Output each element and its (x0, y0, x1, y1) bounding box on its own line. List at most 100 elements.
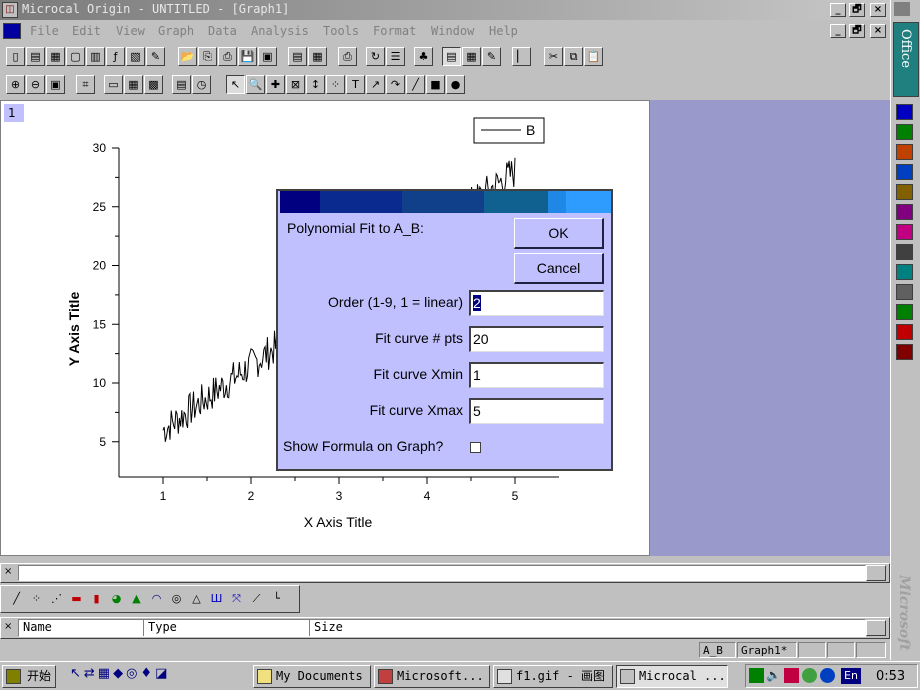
list-scroll-button[interactable] (866, 620, 886, 636)
column-type[interactable]: Type (145, 620, 310, 636)
menu-edit[interactable]: Edit (72, 24, 101, 38)
office-app-icon-6[interactable] (896, 204, 913, 220)
dialog-title-bar[interactable] (280, 191, 611, 213)
fit-points-input[interactable]: 20 (469, 326, 604, 352)
list-bar-close-icon[interactable]: × (4, 621, 12, 632)
tray-globe-icon[interactable] (802, 668, 817, 683)
vector-plot-icon[interactable]: ⤧ (227, 590, 246, 609)
tray-input-icon[interactable] (820, 668, 835, 683)
menu-graph[interactable]: Graph (158, 24, 194, 38)
save-project-icon[interactable]: 💾 (238, 47, 257, 66)
office-app-icon-7[interactable] (896, 224, 913, 240)
circle-tool-icon[interactable]: ● (446, 75, 465, 94)
column-size[interactable]: Size (311, 620, 711, 636)
new-function-icon[interactable]: ƒ (106, 47, 125, 66)
rectangle-tool-icon[interactable]: ■ (426, 75, 445, 94)
office-app-icon-4[interactable] (896, 164, 913, 180)
new-notes-icon[interactable]: ✎ (146, 47, 165, 66)
menu-window[interactable]: Window (431, 24, 474, 38)
cancel-button[interactable]: Cancel (514, 253, 604, 284)
task-microsoft[interactable]: Microsoft... (374, 665, 490, 688)
save-template-icon[interactable]: ▣ (258, 47, 277, 66)
minimize-button[interactable]: _ (830, 3, 846, 17)
box-chart-icon[interactable]: ⟋ (247, 590, 266, 609)
line-plot-icon[interactable]: ╱ (7, 590, 26, 609)
office-tab[interactable]: Office (893, 22, 919, 97)
polar-plot-icon[interactable]: ◎ (167, 590, 186, 609)
text-tool-icon[interactable]: T (346, 75, 365, 94)
new-worksheet-icon[interactable]: ▤ (26, 47, 45, 66)
volume-icon[interactable]: 🔈 (766, 668, 781, 682)
ok-button[interactable]: OK (514, 218, 604, 249)
script-window-icon[interactable]: ✎ (482, 47, 501, 66)
new-matrix-icon[interactable]: ▥ (86, 47, 105, 66)
screen-reader-icon[interactable]: ✚ (266, 75, 285, 94)
office-bar-menu-icon[interactable] (894, 2, 910, 16)
add-layer-icon[interactable]: ▭ (104, 75, 123, 94)
open-template-icon[interactable]: ⎘ (198, 47, 217, 66)
office-app-icon-3[interactable] (896, 144, 913, 160)
show-formula-checkbox[interactable] (470, 442, 481, 453)
print-icon[interactable]: ⎙ (338, 47, 357, 66)
doc-minimize-button[interactable]: _ (830, 24, 846, 38)
menu-tools[interactable]: Tools (323, 24, 359, 38)
fit-xmax-input[interactable]: 5 (469, 398, 604, 424)
doc-restore-button[interactable]: 🗗 (849, 24, 865, 38)
template-icon[interactable]: └ (267, 590, 286, 609)
fill-area-icon[interactable]: ◠ (147, 590, 166, 609)
pie-chart-icon[interactable]: ◕ (107, 590, 126, 609)
office-app-icon-8[interactable] (896, 244, 913, 260)
language-indicator[interactable]: En (841, 668, 861, 684)
whole-page-icon[interactable]: ▣ (46, 75, 65, 94)
pointer-tool-icon[interactable]: ↖ (226, 75, 245, 94)
area-plot-icon[interactable]: ▲ (127, 590, 146, 609)
office-app-icon-5[interactable] (896, 184, 913, 200)
data-selector-icon[interactable]: ↕ (306, 75, 325, 94)
menu-help[interactable]: Help (489, 24, 518, 38)
zoom-in-icon[interactable]: ⊕ (6, 75, 25, 94)
bar-plot-icon[interactable]: ▮ (87, 590, 106, 609)
new-excel-icon[interactable]: ▧ (126, 47, 145, 66)
hi-lo-close-icon[interactable]: Ш (207, 590, 226, 609)
line-tool-icon[interactable]: ╱ (406, 75, 425, 94)
task-microcal-origin[interactable]: Microcal ... (616, 665, 728, 688)
restore-button[interactable]: 🗗 (849, 3, 865, 17)
menu-analysis[interactable]: Analysis (251, 24, 309, 38)
command-input[interactable] (18, 565, 866, 581)
start-button[interactable]: 开始 (2, 665, 56, 688)
project-explorer-icon[interactable]: ♣ (414, 47, 433, 66)
close-button[interactable]: × (870, 3, 886, 17)
office-app-icon-1[interactable] (896, 104, 913, 120)
menu-view[interactable]: View (116, 24, 145, 38)
export-icon[interactable]: ▤ (172, 75, 191, 94)
column-name[interactable]: Name (19, 620, 144, 636)
menu-data[interactable]: Data (208, 24, 237, 38)
open-folder-icon[interactable]: 📂 (178, 47, 197, 66)
order-input[interactable]: 2 (469, 290, 604, 316)
rescale-icon[interactable]: ⌗ (76, 75, 95, 94)
cut-icon[interactable]: ✂ (544, 47, 563, 66)
open-excel-icon[interactable]: ⎙ (218, 47, 237, 66)
new-layout-icon[interactable]: ▢ (66, 47, 85, 66)
merge-graphs-icon[interactable]: ▩ (144, 75, 163, 94)
results-log-icon[interactable]: ▤ (442, 47, 461, 66)
command-bar-close-icon[interactable]: × (4, 566, 12, 577)
new-project-icon[interactable]: ▯ (6, 47, 25, 66)
ternary-plot-icon[interactable]: △ (187, 590, 206, 609)
line-symbol-plot-icon[interactable]: ⋰ (47, 590, 66, 609)
column-plot-icon[interactable]: ▬ (67, 590, 86, 609)
copy-icon[interactable]: ⧉ (564, 47, 583, 66)
doc-close-button[interactable]: × (870, 24, 886, 38)
office-app-icon-9[interactable] (896, 264, 913, 280)
new-graph-icon[interactable]: ▦ (46, 47, 65, 66)
quick-launch-icons[interactable]: ↖⇄▦◆◎♦◪ (70, 666, 170, 681)
import-ascii-icon[interactable]: ▤ (288, 47, 307, 66)
paste-icon[interactable]: 📋 (584, 47, 603, 66)
office-app-icon-11[interactable] (896, 304, 913, 320)
office-app-icon-12[interactable] (896, 324, 913, 340)
fit-xmin-input[interactable]: 1 (469, 362, 604, 388)
zoom-tool-icon[interactable]: 🔍 (246, 75, 265, 94)
command-scroll-button[interactable] (866, 565, 886, 581)
arrow-tool-icon[interactable]: ↗ (366, 75, 385, 94)
office-app-icon-2[interactable] (896, 124, 913, 140)
